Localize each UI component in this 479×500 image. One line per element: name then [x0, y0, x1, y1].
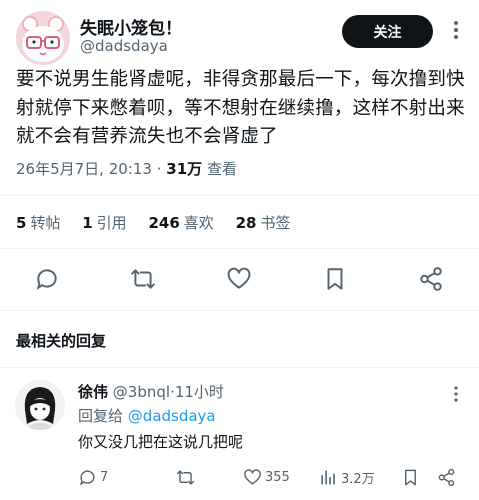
reply-to-mention[interactable]: @dadsdaya [128, 407, 216, 425]
meta-separator: · [156, 160, 162, 178]
stat-bookmarks[interactable]: 28 书签 [236, 214, 291, 232]
more-options-icon[interactable] [446, 18, 466, 42]
post-meta: 26年5月7日, 20:13 · 31万 查看 [16, 158, 237, 179]
stat-likes[interactable]: 246 喜欢 [148, 214, 213, 232]
reply-reply-count: 7 [100, 469, 109, 485]
reply-retweet-button[interactable] [176, 466, 198, 488]
retweet-icon [176, 469, 195, 485]
divider [0, 367, 479, 368]
heart-icon[interactable] [226, 266, 252, 292]
author-avatar[interactable] [16, 11, 70, 65]
reply-author-name[interactable]: 徐伟 [78, 383, 108, 401]
views-label: 查看 [206, 160, 237, 178]
views-count: 31万 [166, 160, 203, 178]
heart-icon [244, 468, 261, 485]
share-icon [438, 468, 455, 486]
reply-icon [80, 469, 95, 485]
reply-bookmark-button[interactable] [401, 466, 423, 488]
divider [0, 248, 479, 249]
divider [0, 310, 479, 311]
follow-button[interactable]: 关注 [342, 15, 433, 48]
bookmark-icon[interactable] [322, 266, 348, 292]
bookmark-icon [405, 469, 416, 485]
author-name[interactable]: 失眠小笼包！ [80, 14, 182, 39]
reply-reply-button[interactable]: 7 [78, 466, 108, 488]
views-chart-icon [321, 469, 335, 485]
reply-text: 你又没几把在这说几把呢 [78, 433, 244, 451]
reply-share-button[interactable] [437, 466, 459, 488]
replies-section-title[interactable]: 最相关的回复 [16, 330, 106, 351]
share-icon[interactable] [418, 266, 444, 292]
reply-author-avatar[interactable] [15, 380, 65, 430]
reply-to-line: 回复给 @dadsdaya [78, 405, 216, 426]
reply-author-handle[interactable]: @3bnql [113, 383, 170, 401]
post-timestamp[interactable]: 26年5月7日, 20:13 [16, 160, 152, 178]
stat-quotes[interactable]: 1 引用 [82, 214, 126, 232]
post-text: 要不说男生能肾虚呢，非得贪那最后一下，每次撸到快射就停下来憋着呗，等不想射在继续… [16, 69, 465, 147]
stat-retweets[interactable]: 5 转帖 [16, 214, 60, 232]
reply-like-button[interactable]: 355 [243, 466, 290, 488]
reply-time[interactable]: 11小时 [175, 383, 224, 401]
reply-header: 徐伟 @3bnql·11小时 [78, 381, 224, 402]
reply-like-count: 355 [265, 469, 290, 485]
author-handle[interactable]: @dadsdaya [80, 37, 168, 55]
post-stats: 5 转帖 1 引用 246 喜欢 28 书签 [16, 212, 307, 233]
divider [0, 195, 479, 196]
reply-to-label: 回复给 [78, 407, 124, 425]
reply-icon[interactable] [34, 266, 60, 292]
retweet-icon[interactable] [130, 266, 156, 292]
reply-view-count: 3.2万 [341, 471, 375, 487]
reply-more-options-icon[interactable] [448, 384, 464, 404]
reply-views-button[interactable]: 3.2万 [319, 466, 375, 488]
